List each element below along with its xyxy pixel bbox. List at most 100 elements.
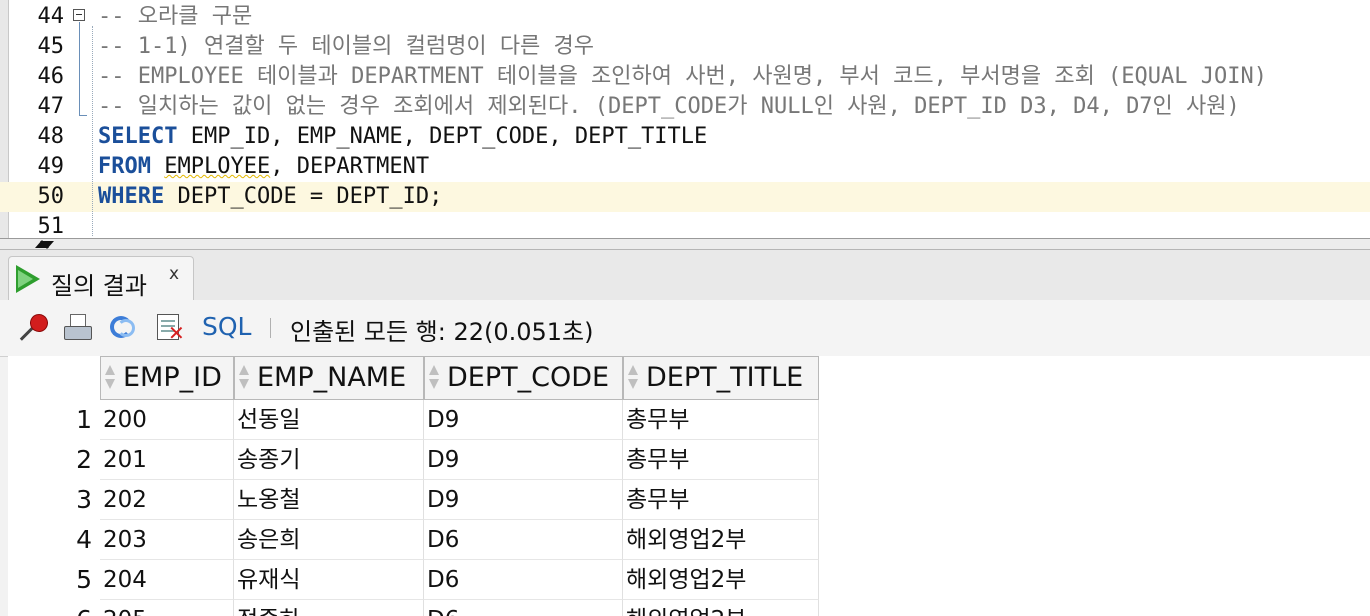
line-number: 47 [37, 94, 65, 119]
code-text[interactable]: -- 오라클 구문 [98, 2, 252, 32]
run-icon-highlight [18, 270, 33, 288]
sort-icon[interactable] [429, 365, 439, 391]
cell-dept-code[interactable]: D9 [424, 440, 623, 480]
cell-dept-code[interactable]: D6 [424, 600, 623, 616]
table-row[interactable]: 2 201 송종기 D9 총무부 [8, 440, 1370, 480]
pane-splitter[interactable] [0, 238, 1370, 250]
row-number[interactable]: 3 [8, 480, 92, 520]
results-tab-bar: 질의 결과 x [0, 250, 1370, 301]
fold-icon[interactable] [73, 9, 85, 21]
table-row[interactable]: 5 204 유재식 D6 해외영업2부 [8, 560, 1370, 600]
row-number[interactable]: 5 [8, 560, 92, 600]
code-line[interactable]: 49 FROM EMPLOYEE, DEPARTMENT [0, 152, 1370, 182]
cell-emp-name[interactable]: 정중하 [234, 600, 424, 616]
grid-header: EMP_ID EMP_NAME DEPT_CODE DEPT_TITLE [8, 356, 1370, 400]
delete-icon[interactable]: ✕ [154, 312, 186, 344]
cell-emp-id[interactable]: 203 [100, 520, 234, 560]
cell-emp-id[interactable]: 204 [100, 560, 234, 600]
cell-dept-code[interactable]: D6 [424, 520, 623, 560]
code-line[interactable]: 48 SELECT EMP_ID, EMP_NAME, DEPT_CODE, DE… [0, 122, 1370, 152]
sort-icon[interactable] [105, 365, 115, 391]
splitter-down-arrow-icon[interactable] [40, 241, 54, 249]
sql-comment: -- EMPLOYEE 테이블과 DEPARTMENT 테이블을 조인하여 사번… [98, 64, 1268, 89]
cell-dept-code[interactable]: D9 [424, 400, 623, 440]
table-row[interactable]: 1 200 선동일 D9 총무부 [8, 400, 1370, 440]
cell-emp-name[interactable]: 유재식 [234, 560, 424, 600]
line-number: 49 [37, 154, 65, 179]
code-line[interactable]: 45 -- 1-1) 연결할 두 테이블의 컬럼명이 다른 경우 [0, 32, 1370, 62]
cell-dept-title[interactable]: 해외영업2부 [623, 560, 819, 600]
sql-token: DEPT_CODE = DEPT_ID; [164, 184, 443, 209]
code-text[interactable]: -- 1-1) 연결할 두 테이블의 컬럼명이 다른 경우 [98, 32, 594, 62]
row-number[interactable]: 6 [8, 600, 92, 616]
column-header-dept-title[interactable]: DEPT_TITLE [623, 356, 819, 400]
row-number[interactable]: 1 [8, 400, 92, 440]
code-text[interactable]: -- 일치하는 값이 없는 경우 조회에서 제외된다. (DEPT_CODE가 … [98, 92, 1240, 122]
fetch-status: 인출된 모든 행: 22(0.051초) [290, 318, 594, 346]
results-toolbar: ✕ SQL 인출된 모든 행: 22(0.051초) [0, 300, 1370, 357]
line-number: 45 [37, 34, 65, 59]
cell-emp-id[interactable]: 200 [100, 400, 234, 440]
code-text[interactable]: FROM EMPLOYEE, DEPARTMENT [98, 152, 429, 182]
indent-guide [92, 26, 93, 236]
column-header-dept-code[interactable]: DEPT_CODE [424, 356, 623, 400]
cell-dept-title[interactable]: 총무부 [623, 440, 819, 480]
cell-dept-code[interactable]: D9 [424, 480, 623, 520]
cell-dept-title[interactable]: 총무부 [623, 400, 819, 440]
line-number: 46 [37, 64, 65, 89]
cell-emp-name[interactable]: 노옹철 [234, 480, 424, 520]
cell-emp-name[interactable]: 송은희 [234, 520, 424, 560]
refresh-icon[interactable] [108, 312, 140, 344]
table-row[interactable]: 4 203 송은희 D6 해외영업2부 [8, 520, 1370, 560]
cell-emp-name[interactable]: 선동일 [234, 400, 424, 440]
code-line[interactable]: 47 -- 일치하는 값이 없는 경우 조회에서 제외된다. (DEPT_CODE… [0, 92, 1370, 122]
tab-query-result[interactable]: 질의 결과 x [8, 256, 194, 300]
code-line[interactable]: 46 -- EMPLOYEE 테이블과 DEPARTMENT 테이블을 조인하여 … [0, 62, 1370, 92]
pin-icon[interactable] [19, 310, 52, 344]
sql-comment: -- 1-1) 연결할 두 테이블의 컬럼명이 다른 경우 [98, 34, 595, 59]
row-number[interactable]: 4 [8, 520, 92, 560]
cell-emp-id[interactable]: 205 [100, 600, 234, 616]
sql-comment: -- 오라클 구문 [98, 4, 253, 29]
sql-keyword: WHERE [98, 184, 165, 209]
code-text[interactable]: WHERE DEPT_CODE = DEPT_ID; [98, 182, 442, 212]
sql-button[interactable]: SQL [202, 312, 251, 341]
cell-dept-title[interactable]: 총무부 [623, 480, 819, 520]
cell-dept-title[interactable]: 해외영업2부 [623, 520, 819, 560]
cell-emp-id[interactable]: 202 [100, 480, 234, 520]
table-row[interactable]: 3 202 노옹철 D9 총무부 [8, 480, 1370, 520]
fold-guide-end [79, 115, 87, 116]
column-header-emp-name[interactable]: EMP_NAME [234, 356, 424, 400]
tab-label: 질의 결과 [51, 272, 147, 300]
fold-guide [79, 22, 80, 116]
sql-comment: -- 일치하는 값이 없는 경우 조회에서 제외된다. (DEPT_CODE가 … [98, 94, 1240, 119]
sql-token: EMP_ID, EMP_NAME, DEPT_CODE, DEPT_TITLE [177, 124, 708, 149]
code-line[interactable]: 50 WHERE DEPT_CODE = DEPT_ID; [0, 182, 1370, 212]
column-header-emp-id[interactable]: EMP_ID [100, 356, 234, 400]
cell-dept-code[interactable]: D6 [424, 560, 623, 600]
code-line[interactable]: 44 -- 오라클 구문 [0, 2, 1370, 32]
code-text[interactable]: -- EMPLOYEE 테이블과 DEPARTMENT 테이블을 조인하여 사번… [98, 62, 1267, 92]
sort-icon[interactable] [628, 365, 638, 391]
line-number: 50 [37, 184, 65, 209]
print-icon[interactable] [62, 312, 94, 344]
results-panel: 질의 결과 x ✕ SQL 인출된 모든 행: 22(0.051초) EMP_I… [0, 250, 1370, 616]
cell-emp-name[interactable]: 송종기 [234, 440, 424, 480]
line-number: 51 [37, 214, 65, 238]
line-number: 48 [37, 124, 65, 149]
cell-dept-title[interactable]: 해외영업2부 [623, 600, 819, 616]
sql-keyword: SELECT [98, 124, 178, 149]
cell-emp-id[interactable]: 201 [100, 440, 234, 480]
line-number: 44 [37, 4, 65, 29]
close-icon[interactable]: x [169, 264, 179, 284]
code-line[interactable]: 51 [0, 212, 1370, 238]
sql-editor[interactable]: 44 -- 오라클 구문 45 -- 1-1) 연결할 두 테이블의 컬럼명이 다른 … [0, 0, 1370, 238]
sql-token: , DEPARTMENT [270, 154, 430, 179]
table-row[interactable]: 6 205정중하D6해외영업2부 [8, 600, 1370, 616]
sort-icon[interactable] [239, 365, 249, 391]
row-number[interactable]: 2 [8, 440, 92, 480]
code-text[interactable]: SELECT EMP_ID, EMP_NAME, DEPT_CODE, DEPT… [98, 122, 707, 152]
result-grid[interactable]: EMP_ID EMP_NAME DEPT_CODE DEPT_TITLE 1 20… [8, 356, 1370, 616]
toolbar-separator [270, 318, 271, 338]
